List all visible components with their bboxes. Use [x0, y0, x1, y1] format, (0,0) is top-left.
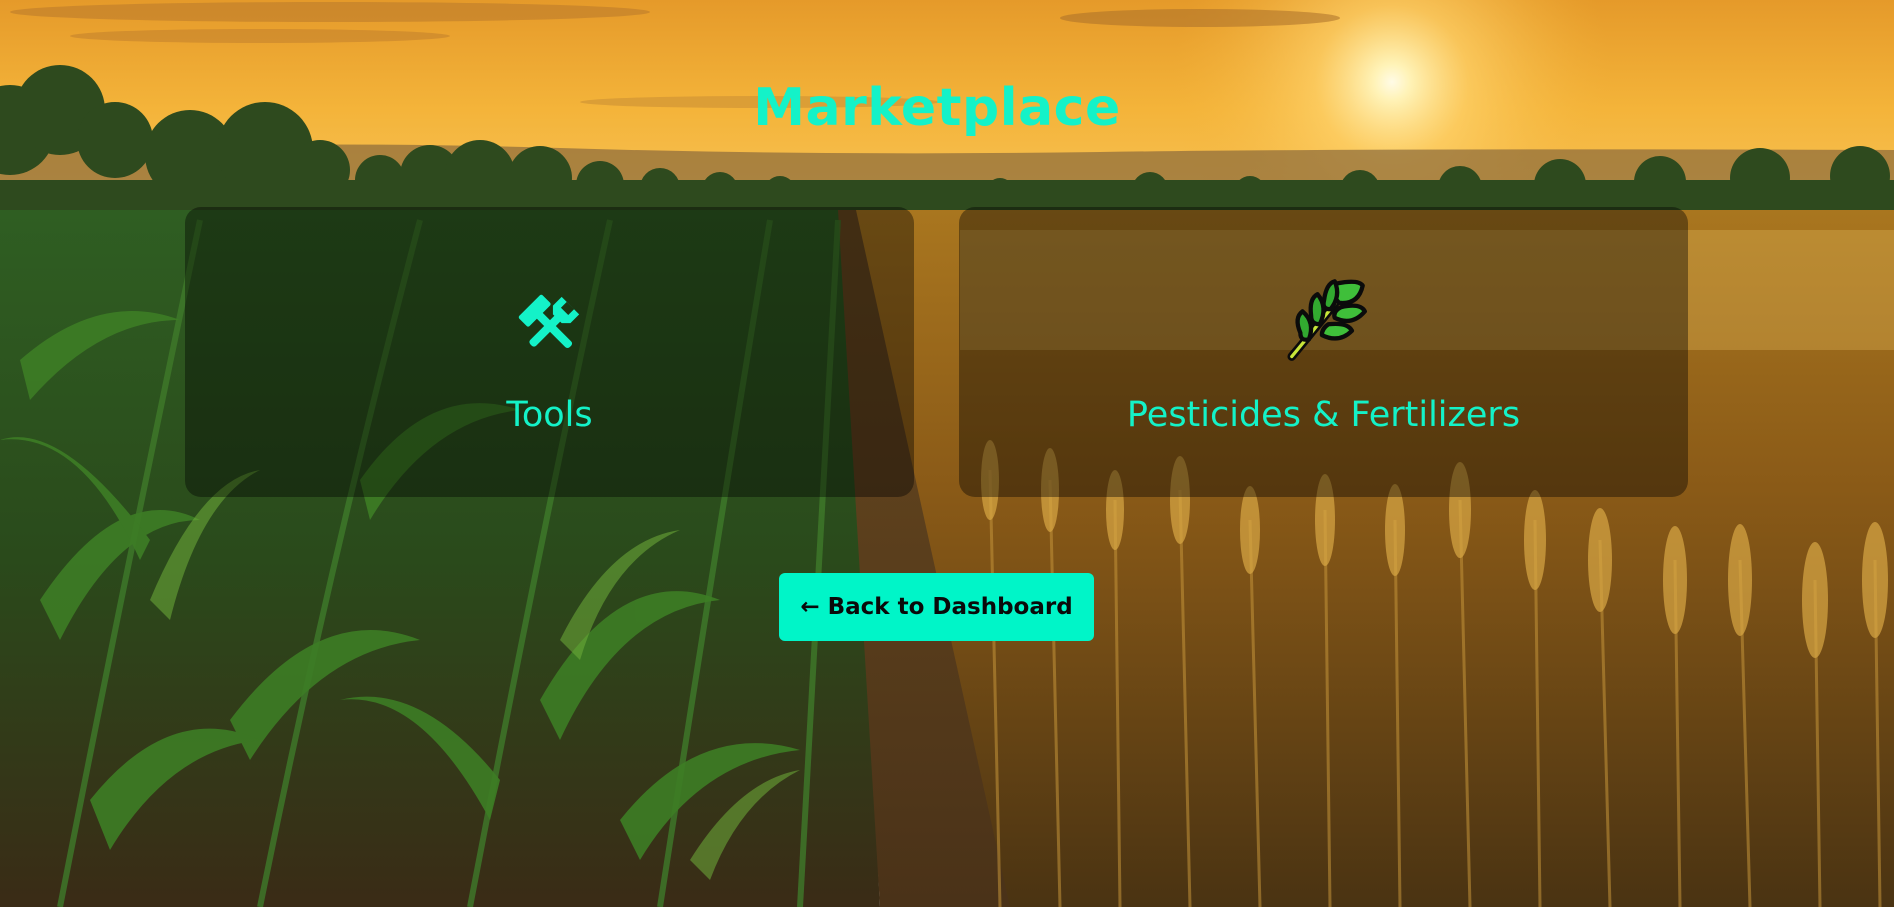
category-card-tools[interactable]: Tools [185, 207, 914, 497]
marketplace-page: Marketplace Tools Pesticides & Fertilize… [0, 0, 1894, 907]
back-to-dashboard-button[interactable]: ← Back to Dashboard [779, 573, 1094, 641]
hammer-and-wrench-icon [518, 294, 579, 349]
category-label-tools: Tools [506, 395, 593, 435]
page-title: Marketplace [753, 78, 1121, 138]
herb-leaf-icon [1286, 279, 1367, 361]
category-card-pesticides-fertilizers[interactable]: Pesticides & Fertilizers [959, 207, 1688, 497]
category-label-pesticides-fertilizers: Pesticides & Fertilizers [1126, 395, 1521, 435]
